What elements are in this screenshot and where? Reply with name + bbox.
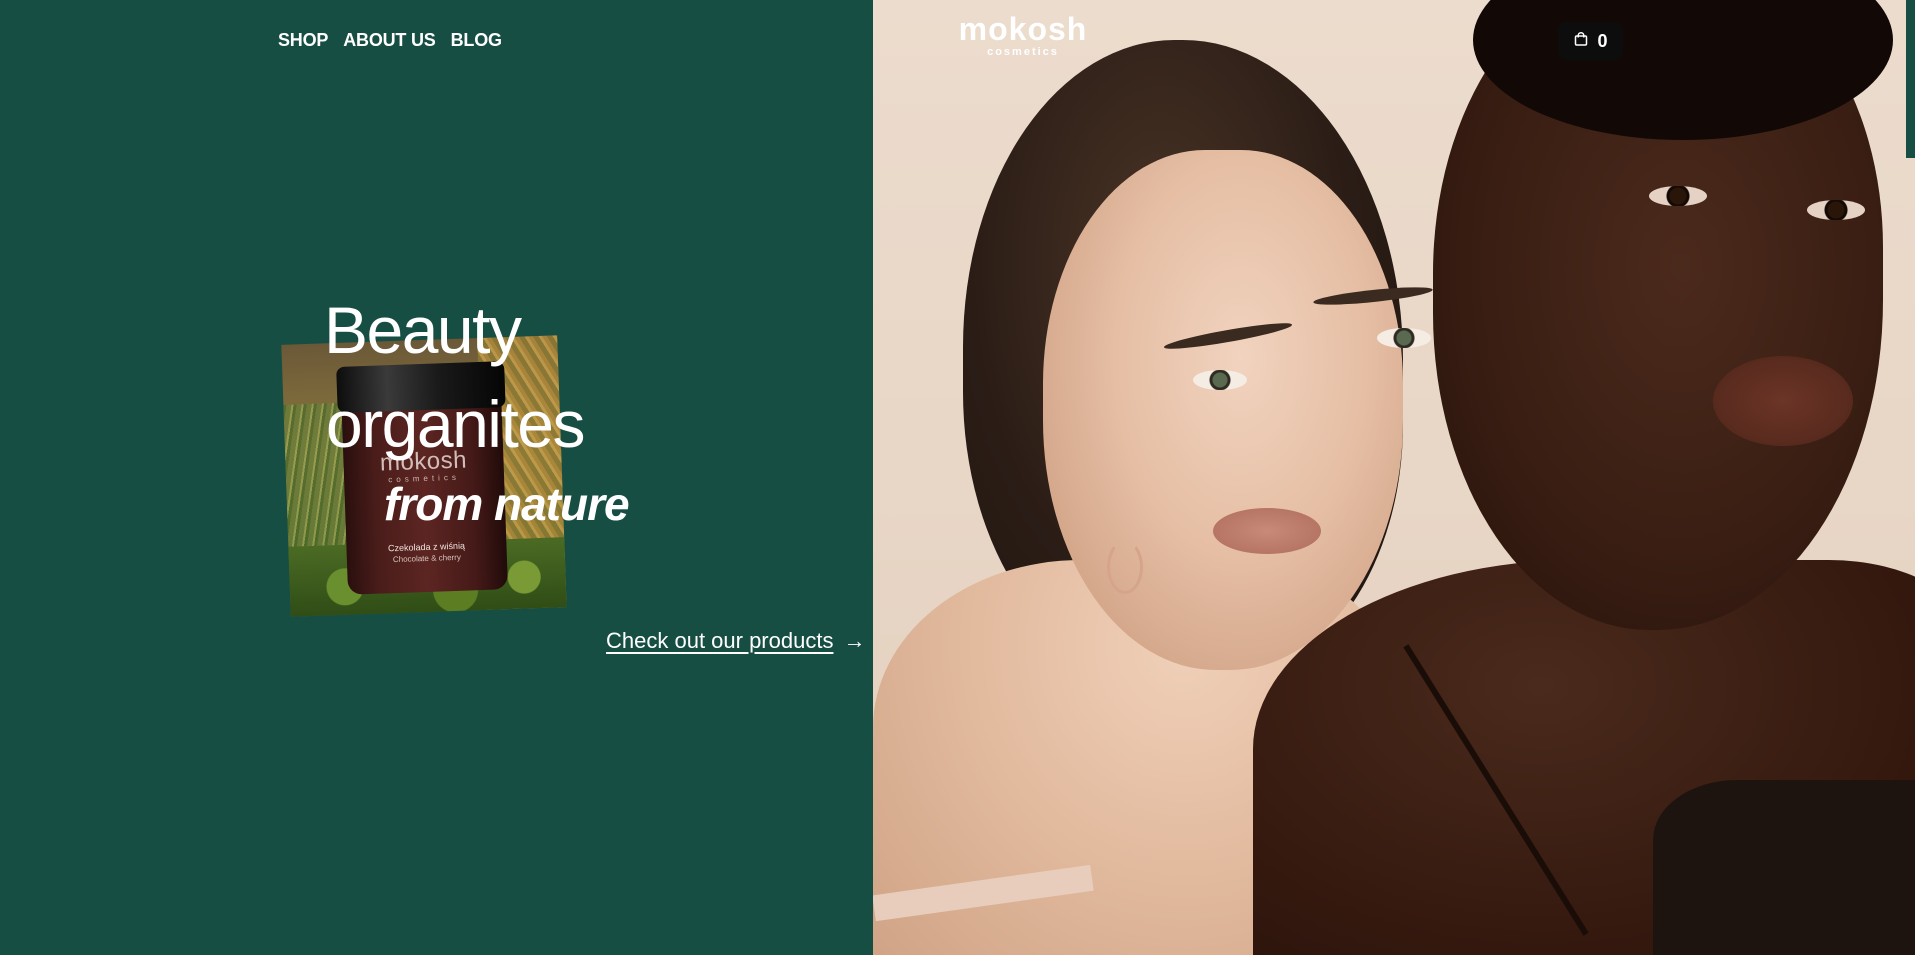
check-products-link[interactable]: Check out our products → [606,628,865,654]
cta-label: Check out our products [606,628,834,653]
logo-wordmark: mokosh [958,11,1088,47]
nav-item-about-us[interactable]: ABOUT US [343,30,436,51]
nav-item-shop[interactable]: SHOP [278,30,328,51]
brand-logo[interactable]: mokosh cosmetics [958,12,1088,58]
hero-left-panel: SHOP ABOUT US BLOG mokosh cosmetics Czek… [0,0,873,955]
shopping-bag-icon [1573,31,1589,52]
headline-line-3: from nature [384,478,630,530]
cart-count: 0 [1597,30,1608,51]
headline-line-1: Beauty [324,293,522,367]
cart-button[interactable]: 0 [1558,22,1623,60]
scroll-indicator[interactable] [1906,0,1915,158]
headline-line-2: organites [326,387,586,461]
main-nav: SHOP ABOUT US BLOG [278,30,502,51]
arrow-right-icon: → [843,628,866,653]
nav-item-blog[interactable]: BLOG [451,30,502,51]
hero-photo [873,0,1915,955]
logo-sub: cosmetics [987,46,1059,58]
